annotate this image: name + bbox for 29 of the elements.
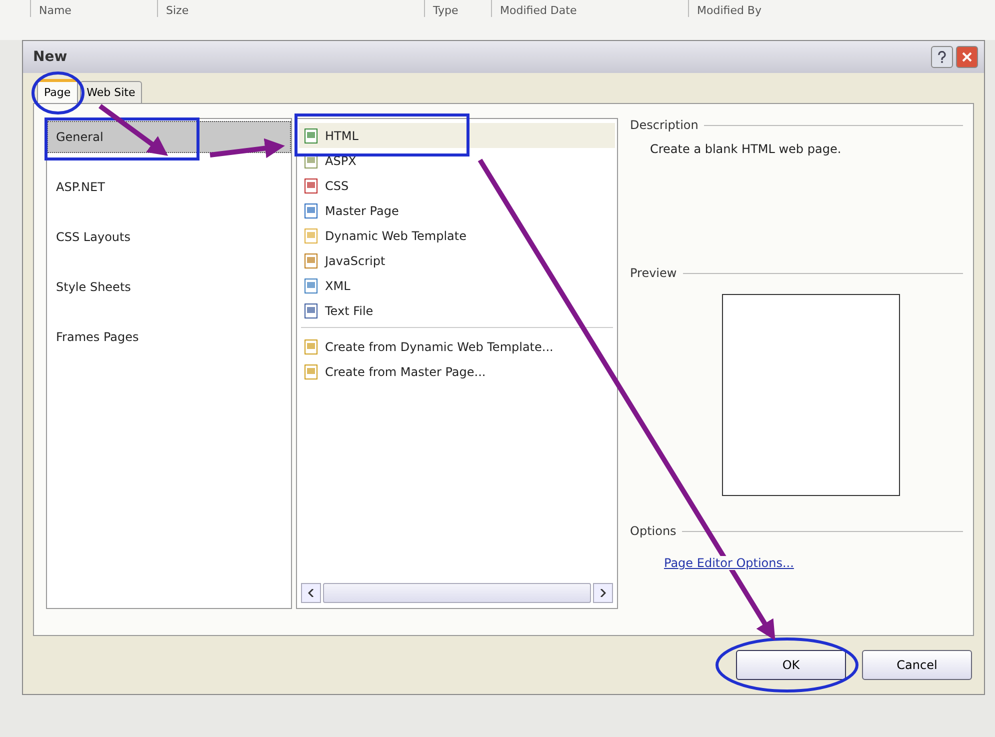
template-item[interactable]: Text File [299, 298, 615, 323]
column-header: Modified Date [491, 0, 688, 17]
page-editor-options-link[interactable]: Page Editor Options... [662, 556, 796, 570]
category-item[interactable]: CSS Layouts [47, 221, 291, 253]
template-item[interactable]: HTML [299, 123, 615, 148]
cancel-button[interactable]: Cancel [862, 650, 972, 680]
section-heading: Preview [630, 266, 677, 280]
category-item[interactable]: ASP.NET [47, 171, 291, 203]
template-item[interactable]: CSS [299, 173, 615, 198]
template-item[interactable]: Master Page [299, 198, 615, 223]
template-item[interactable]: JavaScript [299, 248, 615, 273]
template-item[interactable]: Dynamic Web Template [299, 223, 615, 248]
template-item[interactable]: ASPX [299, 148, 615, 173]
section-heading: Options [630, 524, 676, 538]
column-header: Size [157, 0, 424, 17]
column-header: Type [424, 0, 491, 17]
template-item[interactable]: Create from Master Page... [299, 359, 615, 384]
template-item[interactable]: Create from Dynamic Web Template... [299, 334, 615, 359]
category-item[interactable]: Style Sheets [47, 271, 291, 303]
description-text: Create a blank HTML web page. [650, 142, 842, 156]
tab[interactable]: Web Site [80, 81, 142, 103]
section-heading: Description [630, 118, 698, 132]
window-title: New [33, 49, 68, 65]
column-header: Name [30, 0, 157, 17]
column-header: Modified By [688, 0, 855, 17]
template-item[interactable]: XML [299, 273, 615, 298]
category-item[interactable]: Frames Pages [47, 321, 291, 353]
tab[interactable]: Page [37, 79, 78, 103]
ok-button[interactable]: OK [736, 650, 846, 680]
